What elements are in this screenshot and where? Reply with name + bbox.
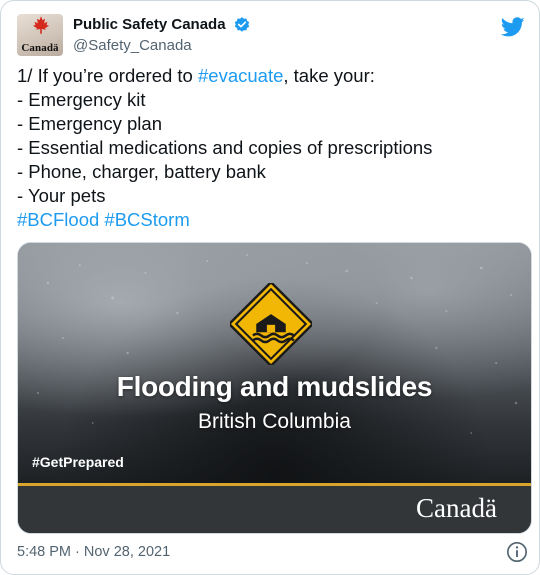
tweet-text: 1/ If you’re ordered to #evacuate, take … xyxy=(17,64,522,232)
tweet-timestamp[interactable]: 5:48 PM · Nov 28, 2021 xyxy=(17,544,170,560)
tweet-line-1-suffix: , take your: xyxy=(283,65,375,86)
account-handle[interactable]: @Safety_Canada xyxy=(73,36,251,56)
maple-leaf-icon xyxy=(33,16,49,34)
tweet-line-6: - Your pets xyxy=(17,185,106,206)
flood-warning-icon xyxy=(230,283,312,365)
tweet-line-2: - Emergency kit xyxy=(17,89,146,110)
media-tag: #GetPrepared xyxy=(32,454,124,470)
avatar-wordmark: Canadä xyxy=(21,42,59,54)
tweet-card: Canadä Public Safety Canada @Safety_Cana… xyxy=(0,0,540,575)
tweet-line-5: - Phone, charger, battery bank xyxy=(17,161,266,182)
tweet-hashtags-line: #BCFlood #BCStorm xyxy=(17,208,522,232)
twitter-bird-icon[interactable] xyxy=(501,15,525,39)
tweet-header: Canadä Public Safety Canada @Safety_Cana… xyxy=(17,13,527,59)
account-names: Public Safety Canada @Safety_Canada xyxy=(73,15,251,56)
display-name[interactable]: Public Safety Canada xyxy=(73,15,226,35)
tweet-line-3: - Emergency plan xyxy=(17,113,162,134)
tweet-line-1-prefix: 1/ If you’re ordered to xyxy=(17,65,198,86)
avatar[interactable]: Canadä xyxy=(17,14,63,56)
hashtag-bcstorm[interactable]: #BCStorm xyxy=(104,209,189,230)
info-icon[interactable] xyxy=(506,541,528,563)
media-footer-bar: Canadä xyxy=(18,486,531,533)
tweet-line-4: - Essential medications and copies of pr… xyxy=(17,137,433,158)
verified-badge-icon xyxy=(234,17,250,32)
media-headline: Flooding and mudslides xyxy=(116,371,433,402)
tweet-media-image[interactable]: Flooding and mudslides British Columbia … xyxy=(17,242,532,534)
canada-wordmark: Canadä xyxy=(416,493,497,523)
hashtag-evacuate[interactable]: #evacuate xyxy=(198,65,283,86)
tweet-line-1: 1/ If you’re ordered to #evacuate, take … xyxy=(17,64,522,88)
hashtag-bcflood[interactable]: #BCFlood xyxy=(17,209,99,230)
media-subline: British Columbia xyxy=(198,410,351,433)
